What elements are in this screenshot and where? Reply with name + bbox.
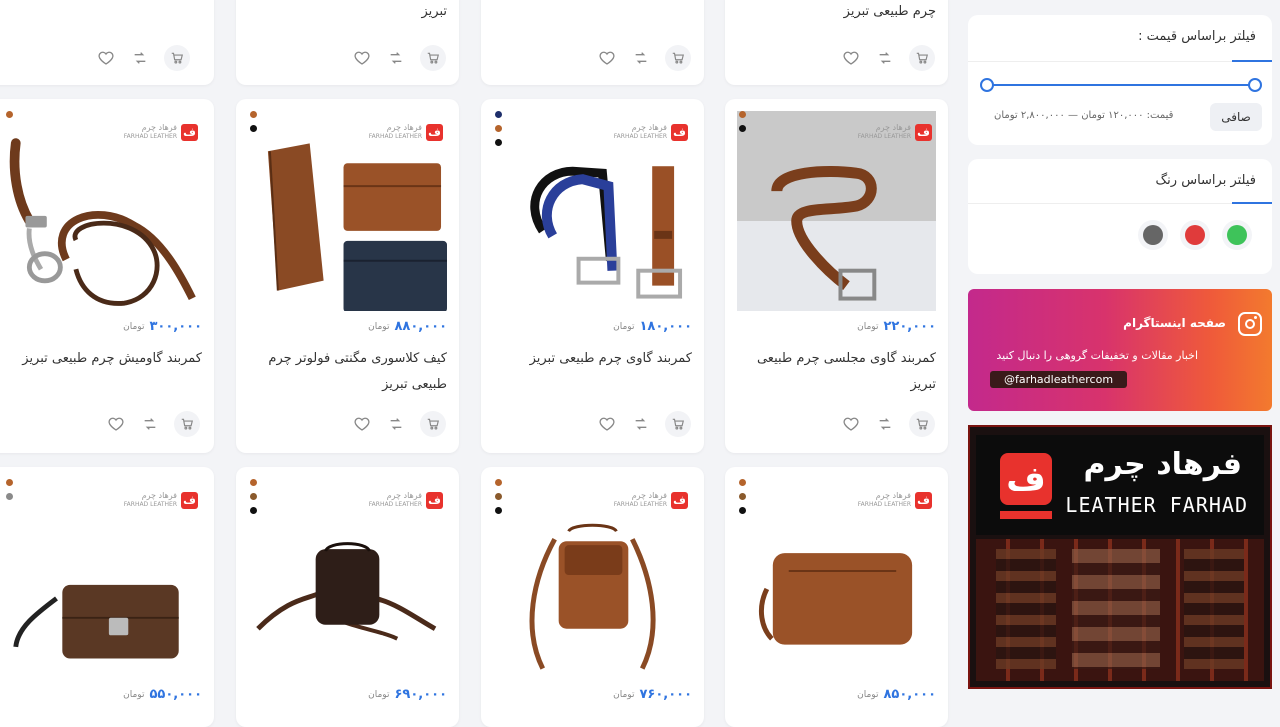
product-price: ۸۵۰,۰۰۰ تومان [857,687,936,702]
product-price: ۷۶۰,۰۰۰ تومان [613,687,692,702]
product-card[interactable]: فرهاد چرم FARHAD LEATHER ف ۱۸۰,۰۰۰ تومان … [481,99,704,453]
product-name[interactable]: تبریز [421,4,447,19]
store-sign: ف فرهاد چرم LEATHER FARHAD [976,435,1264,535]
product-actions [841,45,935,71]
product-price: ۶۹۰,۰۰۰ تومان [368,687,447,702]
product-image[interactable] [737,111,936,311]
product-actions [841,411,935,437]
store-sign-en: LEATHER FARHAD [1065,493,1248,517]
product-card[interactable]: فرهاد چرم FARHAD LEATHER ف ۶۹۰,۰۰۰ تومان [236,467,459,727]
product-actions [106,411,200,437]
product-actions [352,411,446,437]
product-price: ۱۸۰,۰۰۰ تومان [613,319,692,334]
instagram-description: اخبار مقالات و تخفیفات گروهی را دنبال کن… [996,349,1198,362]
product-name[interactable]: کمربند گاوی چرم طبیعی تبریز [493,346,692,372]
price-filter-widget: فیلتر براساس قیمت : قیمت: ۱۲۰,۰۰۰ تومان … [968,15,1272,145]
slider-handle-max[interactable] [1248,78,1262,92]
instagram-handle[interactable]: @farhadleathercom [990,371,1128,388]
instagram-title: صفحه اینستاگرام [1123,316,1226,330]
product-image[interactable] [8,479,202,679]
product-actions [96,45,190,71]
cart-icon[interactable] [174,411,200,437]
cart-icon[interactable] [909,45,935,71]
store-front-banner[interactable]: ف فرهاد چرم LEATHER FARHAD [968,425,1272,689]
filter-apply-button[interactable]: صافی [1210,103,1262,131]
instagram-banner[interactable]: صفحه اینستاگرام اخبار مقالات و تخفیفات گ… [968,289,1272,411]
cart-icon[interactable] [909,411,935,437]
cart-icon[interactable] [420,45,446,71]
product-card[interactable]: فرهاد چرم FARHAD LEATHER ف ۸۸۰,۰۰۰ تومان … [236,99,459,453]
instagram-icon [1238,312,1262,336]
color-swatch-green[interactable] [1222,220,1252,250]
product-card-top-2[interactable] [481,0,704,85]
cart-icon[interactable] [420,411,446,437]
compare-icon[interactable] [875,48,895,68]
product-image[interactable] [737,479,936,679]
heart-icon[interactable] [352,48,372,68]
product-image[interactable] [248,111,447,311]
product-image[interactable] [493,111,692,311]
color-swatch-gray[interactable] [1138,220,1168,250]
product-price: ۸۸۰,۰۰۰ تومان [368,319,447,334]
store-sign-fa: فرهاد چرم [1083,447,1242,482]
product-card-top-3[interactable]: چرم طبیعی تبریز [725,0,948,85]
product-name[interactable]: کیف کلاسوری مگنتی فولوتر چرم طبیعی تبریز [248,346,447,398]
product-name[interactable]: کمربند گاوی مجلسی چرم طبیعی تبریز [737,346,936,398]
price-range-label: قیمت: ۱۲۰,۰۰۰ تومان — ۲,۸۰۰,۰۰۰ تومان [994,110,1174,121]
product-card[interactable]: فرهاد چرم FARHAD LEATHER ف ۵۵۰,۰۰۰ تومان [0,467,214,727]
product-image[interactable] [493,479,692,679]
heart-icon[interactable] [106,414,126,434]
heart-icon[interactable] [597,414,617,434]
color-filter-title: فیلتر براساس رنگ [1155,173,1256,188]
compare-icon[interactable] [875,414,895,434]
color-swatches [1138,220,1252,250]
compare-icon[interactable] [386,48,406,68]
product-card[interactable]: فرهاد چرم FARHAD LEATHER ف ۲۲۰,۰۰۰ تومان … [725,99,948,453]
heart-icon[interactable] [352,414,372,434]
product-image[interactable] [8,111,202,311]
product-price: ۲۲۰,۰۰۰ تومان [857,319,936,334]
color-filter-widget: فیلتر براساس رنگ [968,159,1272,274]
compare-icon[interactable] [140,414,160,434]
product-card[interactable]: فرهاد چرم FARHAD LEATHER ف ۳۰۰,۰۰۰ تومان … [0,99,214,453]
compare-icon[interactable] [386,414,406,434]
product-name[interactable]: کمربند گاومیش چرم طبیعی تبریز [2,346,202,372]
product-price: ۵۵۰,۰۰۰ تومان [123,687,202,702]
product-image[interactable] [248,479,447,679]
product-card-top-1[interactable]: تبریز [236,0,459,85]
product-card-top-0[interactable] [0,0,214,85]
compare-icon[interactable] [631,414,651,434]
product-card[interactable]: فرهاد چرم FARHAD LEATHER ف ۷۶۰,۰۰۰ تومان [481,467,704,727]
color-dots [739,111,746,132]
product-card[interactable]: فرهاد چرم FARHAD LEATHER ف ۸۵۰,۰۰۰ تومان [725,467,948,727]
price-filter-title: فیلتر براساس قیمت : [1138,29,1256,44]
compare-icon[interactable] [130,48,150,68]
store-logo-icon: ف [1000,453,1052,505]
color-dot[interactable] [739,125,746,132]
brand-logo: فرهاد چرم FARHAD LEATHER ف [858,123,932,141]
product-price: ۳۰۰,۰۰۰ تومان [123,319,202,334]
color-dot[interactable] [739,111,746,118]
product-actions [597,411,691,437]
heart-icon[interactable] [841,414,861,434]
heart-icon[interactable] [96,48,116,68]
slider-handle-min[interactable] [980,78,994,92]
product-name[interactable]: چرم طبیعی تبریز [844,4,936,19]
cart-icon[interactable] [665,45,691,71]
heart-icon[interactable] [841,48,861,68]
cart-icon[interactable] [164,45,190,71]
product-actions [352,45,446,71]
compare-icon[interactable] [631,48,651,68]
product-actions [597,45,691,71]
cart-icon[interactable] [665,411,691,437]
heart-icon[interactable] [597,48,617,68]
color-swatch-red[interactable] [1180,220,1210,250]
store-shelves [976,539,1264,681]
